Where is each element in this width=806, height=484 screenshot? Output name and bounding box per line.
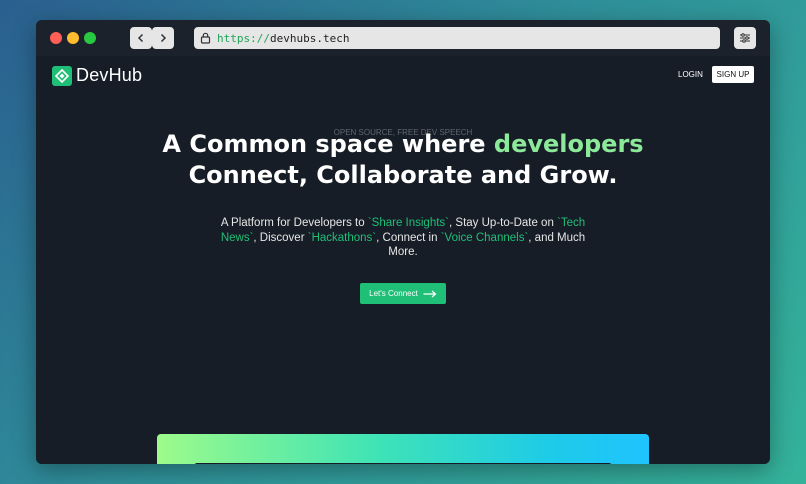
app-preview-frame [157, 434, 649, 464]
app-preview-screen [194, 463, 612, 464]
desc-text-2: , Stay Up-to-Date on [449, 217, 558, 229]
arrow-right-icon [423, 290, 437, 297]
maximize-window-button[interactable] [84, 32, 96, 44]
desc-highlight-share-insights: `Share Insights` [367, 217, 450, 229]
close-window-button[interactable] [50, 32, 62, 44]
login-link[interactable]: LOGIN [678, 70, 703, 79]
url-scheme: https:// [217, 31, 270, 45]
headline-line2: Connect, Collaborate and Grow. [188, 161, 618, 189]
web-page: DevHub LOGIN SIGN UP OPEN SOURCE, FREE D… [36, 56, 770, 464]
forward-button[interactable] [152, 27, 174, 49]
desc-text-3: , Discover [253, 231, 308, 244]
site-logo[interactable]: DevHub [52, 65, 142, 86]
url-text: https://devhubs.tech [217, 32, 349, 45]
logo-text: DevHub [76, 65, 143, 85]
headline-accent: developers [493, 130, 644, 158]
minimize-window-button[interactable] [67, 32, 79, 44]
desc-text-1: A Platform for Developers to [220, 217, 368, 229]
devhub-logo-icon [52, 65, 72, 86]
lock-icon [200, 32, 211, 44]
signup-button[interactable]: SIGN UP [712, 66, 754, 83]
desc-highlight-voice-channels: `Voice Channels` [440, 231, 529, 244]
sliders-icon [740, 33, 750, 43]
browser-titlebar: https://devhubs.tech [36, 20, 770, 56]
desc-highlight-hackathons: `Hackathons` [307, 231, 377, 244]
desc-text-4: , Connect in [376, 231, 441, 244]
browser-settings-button[interactable] [734, 27, 756, 49]
headline-part1: A Common space where [162, 130, 494, 158]
url-host: devhubs.tech [269, 31, 350, 45]
chevron-left-icon [137, 33, 144, 43]
lets-connect-button[interactable]: Let's Connect [360, 283, 446, 304]
chevron-right-icon [160, 33, 167, 43]
hero-description: A Platform for Developers to `Share Insi… [218, 216, 588, 260]
cta-label: Let's Connect [369, 289, 418, 298]
browser-window: https://devhubs.tech DevHub LOGIN SIGN U… [36, 20, 770, 464]
back-button[interactable] [130, 27, 152, 49]
address-bar[interactable]: https://devhubs.tech [194, 27, 720, 49]
hero-headline: A Common space where developers Connect,… [36, 129, 770, 191]
